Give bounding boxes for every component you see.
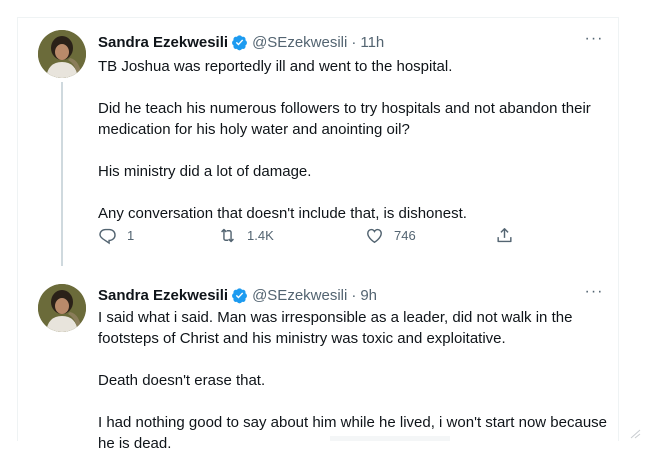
author-handle[interactable]: @SEzekwesili: [252, 34, 347, 51]
author-name[interactable]: Sandra Ezekwesili: [98, 34, 228, 51]
reply-button[interactable]: 1: [98, 226, 218, 245]
thread-connector-line: [61, 82, 63, 266]
tweet-timestamp[interactable]: 9h: [360, 287, 377, 304]
avatar-image: [38, 284, 86, 332]
verified-badge-icon: [232, 34, 248, 50]
resize-grip-icon[interactable]: [629, 429, 641, 439]
tweet-paragraph: Death doesn't erase that.: [98, 372, 266, 389]
retweet-count: 1.4K: [247, 227, 274, 243]
tweet-2[interactable]: Sandra Ezekwesili @SEzekwesili · 9h ··· …: [18, 264, 620, 452]
like-button[interactable]: 746: [365, 226, 495, 245]
tweet-paragraph: His ministry did a lot of damage.: [98, 163, 312, 180]
tweet-paragraph: I had nothing good to say about him whil…: [98, 414, 608, 452]
share-button[interactable]: [495, 226, 514, 245]
tweet-header: Sandra Ezekwesili @SEzekwesili · 11h: [98, 32, 384, 52]
scroll-fade: [330, 436, 450, 441]
heart-icon: [367, 228, 382, 243]
tweet-paragraph: Did he teach his numerous followers to t…: [98, 100, 591, 138]
retweet-button[interactable]: 1.4K: [218, 226, 365, 245]
avatar[interactable]: [38, 30, 86, 78]
tweet-paragraph: TB Joshua was reportedly ill and went to…: [98, 58, 453, 75]
tweet-timestamp[interactable]: 11h: [360, 34, 384, 51]
reply-count: 1: [127, 227, 135, 243]
like-count: 746: [394, 227, 416, 243]
more-options-icon[interactable]: ···: [582, 31, 606, 52]
tweet-text: TB Joshua was reportedly ill and went to…: [98, 56, 608, 224]
tweet-1[interactable]: Sandra Ezekwesili @SEzekwesili · 11h ···…: [18, 18, 620, 266]
tweet-actions: 1 1.4K 746: [98, 225, 538, 245]
share-icon: [497, 227, 512, 242]
separator-dot: ·: [351, 286, 357, 304]
verified-badge-icon: [232, 287, 248, 303]
tweet-text: I said what i said. Man was irresponsibl…: [98, 307, 608, 454]
separator-dot: ·: [351, 33, 357, 51]
tweet-thread: Sandra Ezekwesili @SEzekwesili · 11h ···…: [17, 17, 620, 452]
tweet-paragraph: I said what i said. Man was irresponsibl…: [98, 309, 573, 347]
retweet-icon: [221, 228, 234, 242]
author-handle[interactable]: @SEzekwesili: [252, 287, 347, 304]
avatar-image: [38, 30, 86, 78]
author-name[interactable]: Sandra Ezekwesili: [98, 287, 228, 304]
reply-icon: [99, 228, 116, 244]
tweet-header: Sandra Ezekwesili @SEzekwesili · 9h: [98, 285, 377, 305]
tweet-paragraph: Any conversation that doesn't include th…: [98, 205, 467, 222]
more-options-icon[interactable]: ···: [582, 284, 606, 305]
avatar[interactable]: [38, 284, 86, 332]
